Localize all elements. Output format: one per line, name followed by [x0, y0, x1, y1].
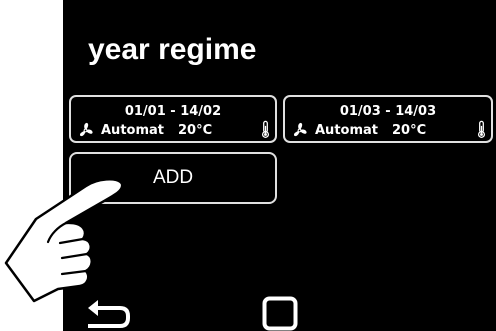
- fan-icon: [79, 122, 93, 137]
- thermometer-icon: [261, 120, 270, 138]
- regime-temperature: 20°C: [178, 123, 213, 138]
- pointing-hand-icon: [4, 178, 124, 303]
- regime-date-range: 01/01 - 14/02: [124, 104, 222, 119]
- regime-mode: Automat: [315, 123, 378, 138]
- regime-mode-line: Automat 20°C: [101, 123, 212, 138]
- stage: year regime 01/01 - 14/02 Automat 20°C 01…: [0, 0, 496, 331]
- page-title: year regime: [88, 33, 257, 66]
- regime-card[interactable]: 01/01 - 14/02 Automat 20°C: [69, 95, 277, 143]
- thermometer-icon: [477, 120, 486, 138]
- regime-mode: Automat: [101, 123, 164, 138]
- home-square-icon[interactable]: [262, 296, 298, 331]
- regime-mode-line: Automat 20°C: [315, 123, 426, 138]
- regime-temperature: 20°C: [392, 123, 427, 138]
- regime-card[interactable]: 01/03 - 14/03 Automat 20°C: [283, 95, 493, 143]
- fan-icon: [293, 122, 307, 137]
- regime-date-range: 01/03 - 14/03: [339, 104, 437, 119]
